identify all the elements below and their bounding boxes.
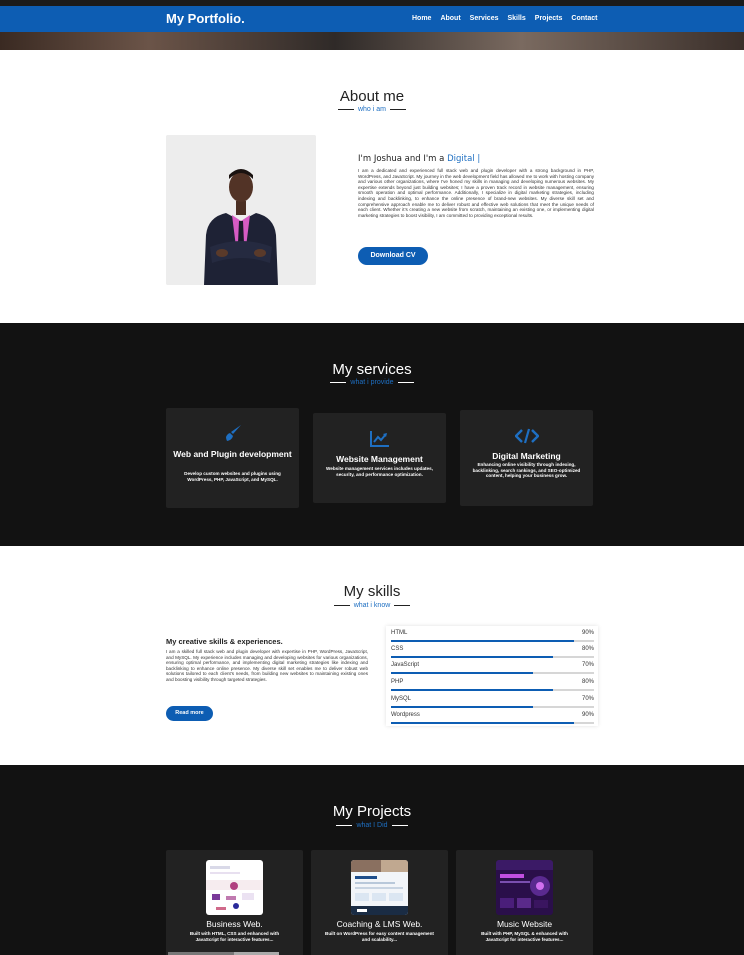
skill-fill (391, 640, 574, 642)
skill-percent: 90% (581, 712, 594, 718)
paint-brush-icon (166, 423, 299, 443)
skill-fill (391, 689, 554, 691)
project-title: Business Web. (206, 919, 263, 929)
chart-line-icon (313, 430, 446, 448)
nav-link-skills[interactable]: Skills (507, 15, 525, 22)
skill-name: PHP (391, 679, 404, 685)
skill-percent: 90% (581, 630, 594, 636)
skill-percent: 70% (581, 696, 594, 702)
service-title: Digital Marketing (492, 451, 561, 461)
service-card-website-management[interactable]: Website Management Website management se… (313, 413, 446, 503)
project-thumbnail (206, 860, 263, 915)
nav-link-contact[interactable]: Contact (571, 15, 597, 22)
skill-track (391, 640, 594, 642)
project-thumbnail (351, 860, 408, 915)
about-subtitle: who i am (0, 106, 744, 113)
skill-track (391, 722, 594, 724)
skill-track (391, 689, 594, 691)
skill-track (391, 706, 594, 708)
skill-name: JavaScript (391, 662, 420, 668)
services-section: My services what i provide Web and Plugi… (0, 323, 744, 546)
about-description: I am a dedicated and experienced full st… (358, 168, 594, 218)
services-subtitle: what i provide (0, 379, 744, 386)
about-subtitle-text: who i am (357, 106, 386, 113)
skill-fill (391, 706, 534, 708)
download-cv-button[interactable]: Download CV (358, 247, 428, 265)
navbar: My Portfolio. Home About Services Skills… (0, 6, 744, 32)
skill-track (391, 656, 594, 658)
project-title: Coaching & LMS Web. (336, 919, 423, 929)
skill-fill (391, 656, 554, 658)
skill-fill (391, 672, 534, 674)
project-card-coaching-lms[interactable]: Coaching & LMS Web. Built on WordPress f… (311, 850, 448, 955)
code-icon (460, 428, 593, 444)
projects-subtitle-text: what I Did (356, 822, 388, 829)
skill-name: CSS (391, 646, 404, 652)
project-desc: Built on WordPress for easy content mana… (325, 931, 434, 942)
hero-image-strip (0, 32, 744, 50)
project-desc: Built with HTML, CSS and enhanced with J… (189, 931, 280, 942)
about-intro-prefix: I'm Joshua and I'm a (358, 154, 448, 164)
services-subtitle-text: what i provide (350, 379, 394, 386)
skills-title: My skills (343, 583, 401, 600)
skill-fill (391, 722, 574, 724)
skills-description: I am a skilled full stack web and plugin… (166, 649, 368, 682)
service-card-web-dev[interactable]: Web and Plugin development Develop custo… (166, 408, 299, 508)
about-title: About me (339, 88, 405, 105)
about-intro-highlight: Digital | (447, 154, 481, 164)
service-title: Website Management (336, 454, 423, 464)
brand-logo[interactable]: My Portfolio. (166, 11, 245, 26)
nav-link-projects[interactable]: Projects (535, 15, 563, 22)
projects-section: My Projects what I Did Business Web. Bui… (0, 765, 744, 955)
skill-percent: 80% (581, 679, 594, 685)
skill-percent: 70% (581, 662, 594, 668)
service-title: Web and Plugin development (173, 449, 292, 459)
about-intro: I'm Joshua and I'm a Digital | (358, 154, 480, 164)
nav-link-services[interactable]: Services (470, 15, 499, 22)
skill-name: HTML (391, 630, 408, 636)
skills-heading: My creative skills & experiences. (166, 637, 283, 646)
service-desc: Enhancing online visibility through inde… (472, 462, 581, 479)
profile-photo (166, 135, 316, 285)
project-desc: Built with PHP, MySQL & enhanced with Ja… (481, 931, 568, 942)
project-card-music[interactable]: Music Website Built with PHP, MySQL & en… (456, 850, 593, 955)
service-desc: Develop custom websites and plugins usin… (184, 471, 281, 482)
project-card-business[interactable]: Business Web. Built with HTML, CSS and e… (166, 850, 303, 955)
projects-subtitle: what I Did (0, 822, 744, 829)
nav-links: Home About Services Skills Projects Cont… (412, 15, 606, 22)
read-more-button[interactable]: Read more (166, 706, 213, 721)
skills-bars-panel: HTML 90% CSS 80% JavaScript 70% PHP 80% … (386, 626, 598, 726)
nav-link-about[interactable]: About (440, 15, 460, 22)
project-thumbnail (496, 860, 553, 915)
skills-subtitle-text: what i know (353, 602, 391, 609)
skill-name: MySQL (391, 696, 412, 702)
skill-track (391, 672, 594, 674)
service-card-digital-marketing[interactable]: Digital Marketing Enhancing online visib… (460, 410, 593, 506)
skill-name: Wordpress (391, 712, 420, 718)
services-title: My services (332, 361, 412, 378)
profile-person-image (166, 135, 316, 285)
projects-title: My Projects (332, 803, 412, 820)
nav-link-home[interactable]: Home (412, 15, 431, 22)
skills-subtitle: what i know (0, 602, 744, 609)
skill-percent: 80% (581, 646, 594, 652)
service-desc: Website management services includes upd… (326, 466, 433, 477)
project-title: Music Website (496, 919, 553, 929)
